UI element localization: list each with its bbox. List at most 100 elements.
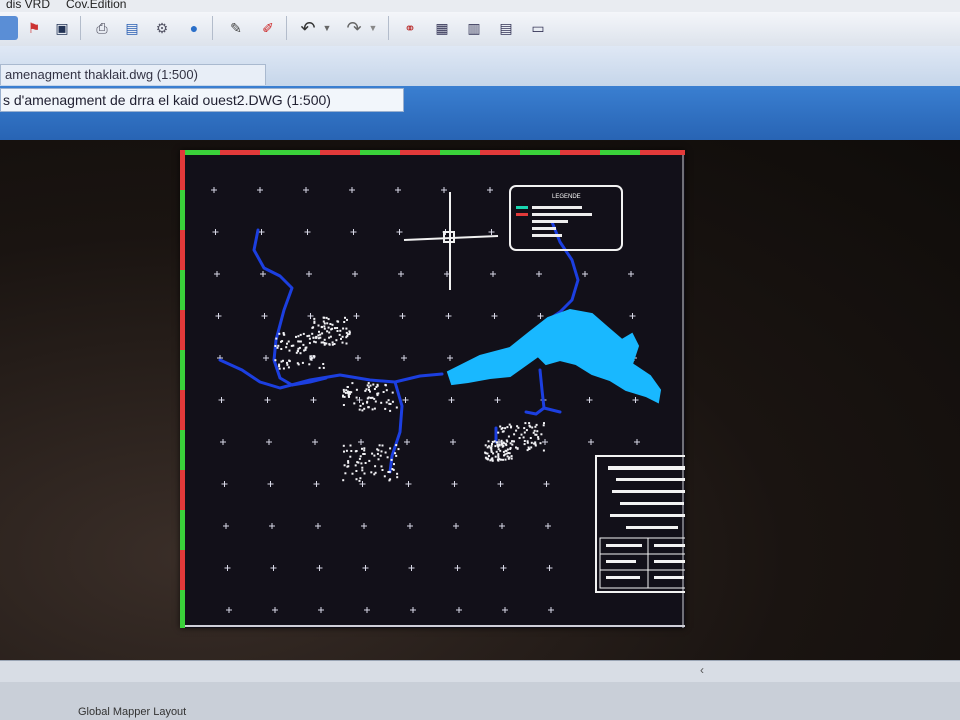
building-dot (506, 440, 509, 443)
building-dot (355, 396, 358, 399)
building-dot (342, 388, 345, 391)
undo-icon[interactable]: ↶ (296, 16, 320, 40)
eraser-icon[interactable]: ✐ (256, 16, 280, 40)
building-dot (496, 458, 499, 461)
building-dot (282, 367, 285, 370)
frame-ruler-left (180, 150, 185, 628)
grid-icon[interactable]: ▦ (430, 16, 454, 40)
pen-icon[interactable]: ✎ (224, 16, 248, 40)
building-dot (355, 388, 358, 391)
dropdown-icon[interactable]: ▼ (366, 16, 380, 40)
building-dot (295, 335, 297, 338)
building-dot (345, 327, 348, 330)
building-dot (355, 478, 358, 481)
building-dot (502, 441, 505, 444)
menu-item-dis-vrd[interactable]: dis VRD (6, 0, 50, 11)
building-dot (299, 352, 302, 355)
grid-cross (450, 439, 456, 445)
grid-cross (398, 271, 404, 277)
building-dot (389, 409, 392, 412)
window-icon[interactable]: ▭ (526, 16, 550, 40)
building-dot (329, 335, 332, 338)
tab-drra-el-kaid[interactable]: s d'amenagment de drra el kaid ouest2.DW… (0, 88, 404, 112)
grid-cross (215, 313, 222, 319)
grid-cross (402, 397, 409, 403)
building-dot (312, 355, 315, 358)
flag-icon[interactable]: ⚑ (22, 16, 46, 40)
building-dot (369, 396, 372, 399)
building-dot (523, 431, 526, 434)
building-dot (287, 340, 290, 343)
drawing-viewport[interactable]: LEGENDE (180, 150, 685, 628)
building-dot (522, 436, 525, 439)
building-dot (358, 457, 361, 460)
building-dot (342, 479, 345, 482)
grid-cross (629, 313, 636, 319)
building-dot (349, 455, 352, 458)
building-dot (297, 335, 300, 338)
building-dot (367, 406, 370, 409)
building-dot (366, 384, 369, 387)
redo-icon[interactable]: ↷ (342, 16, 366, 40)
building-dot (345, 342, 348, 345)
building-dot (328, 343, 331, 346)
network-icon[interactable]: ⚭ (398, 16, 422, 40)
building-dot (542, 424, 545, 427)
grid-cross (488, 229, 495, 235)
grid-cross (272, 607, 278, 613)
building-dot (376, 452, 379, 455)
building-dot (380, 401, 383, 404)
building-dot (533, 429, 536, 432)
preview-icon[interactable]: ▤ (120, 16, 144, 40)
chart-icon[interactable]: ▥ (462, 16, 486, 40)
building-dot (298, 340, 301, 343)
horizontal-scrollbar[interactable]: ‹ (0, 660, 960, 683)
grid-cross (448, 397, 455, 403)
building-dot (274, 345, 277, 347)
grid-cross (502, 607, 508, 613)
grid-cross (543, 481, 550, 487)
building-dot (322, 320, 325, 323)
save-icon[interactable]: ▣ (50, 16, 74, 40)
grid-cross (318, 607, 324, 613)
grid-cross (353, 313, 360, 319)
layers-icon[interactable] (0, 16, 18, 40)
tab-amenagment-thaklait[interactable]: amenagment thaklait.dwg (1:500) (0, 64, 266, 85)
grid-cross (362, 565, 369, 571)
building-dot (503, 454, 505, 457)
legend-box: LEGENDE (509, 185, 623, 251)
settings-icon[interactable]: ⚙ (150, 16, 174, 40)
building-dot (343, 395, 346, 398)
building-dot (313, 317, 316, 320)
print-icon[interactable]: ⎙ (90, 16, 114, 40)
building-dot (275, 337, 278, 340)
title-block (595, 455, 685, 593)
building-dot (361, 469, 364, 472)
building-dot (358, 479, 361, 482)
table-icon[interactable]: ▤ (494, 16, 518, 40)
building-dot (345, 389, 348, 392)
grid-cross (447, 355, 453, 361)
building-dot (319, 336, 322, 339)
building-dot (373, 407, 376, 410)
menu-item-cov-edition[interactable]: Cov.Edition (66, 0, 126, 11)
grid-cross (396, 229, 403, 235)
grid-cross (306, 271, 312, 277)
building-dot (493, 440, 496, 443)
globe-icon[interactable]: ● (182, 16, 206, 40)
building-dot (500, 458, 502, 461)
tab-global-mapper-layout[interactable]: Global Mapper Layout (78, 706, 186, 718)
dropdown-icon[interactable]: ▼ (320, 16, 334, 40)
scroll-left-icon[interactable]: ‹ (700, 663, 704, 677)
building-dot (295, 351, 298, 354)
building-dot (535, 423, 538, 426)
building-dot (389, 478, 392, 481)
building-dot (496, 441, 498, 444)
grid-cross (315, 523, 321, 529)
grid-cross (401, 355, 407, 361)
building-dot (497, 453, 500, 456)
building-dot (490, 458, 493, 461)
grid-cross (500, 565, 507, 571)
building-dot (390, 458, 393, 461)
building-dot (317, 324, 320, 327)
